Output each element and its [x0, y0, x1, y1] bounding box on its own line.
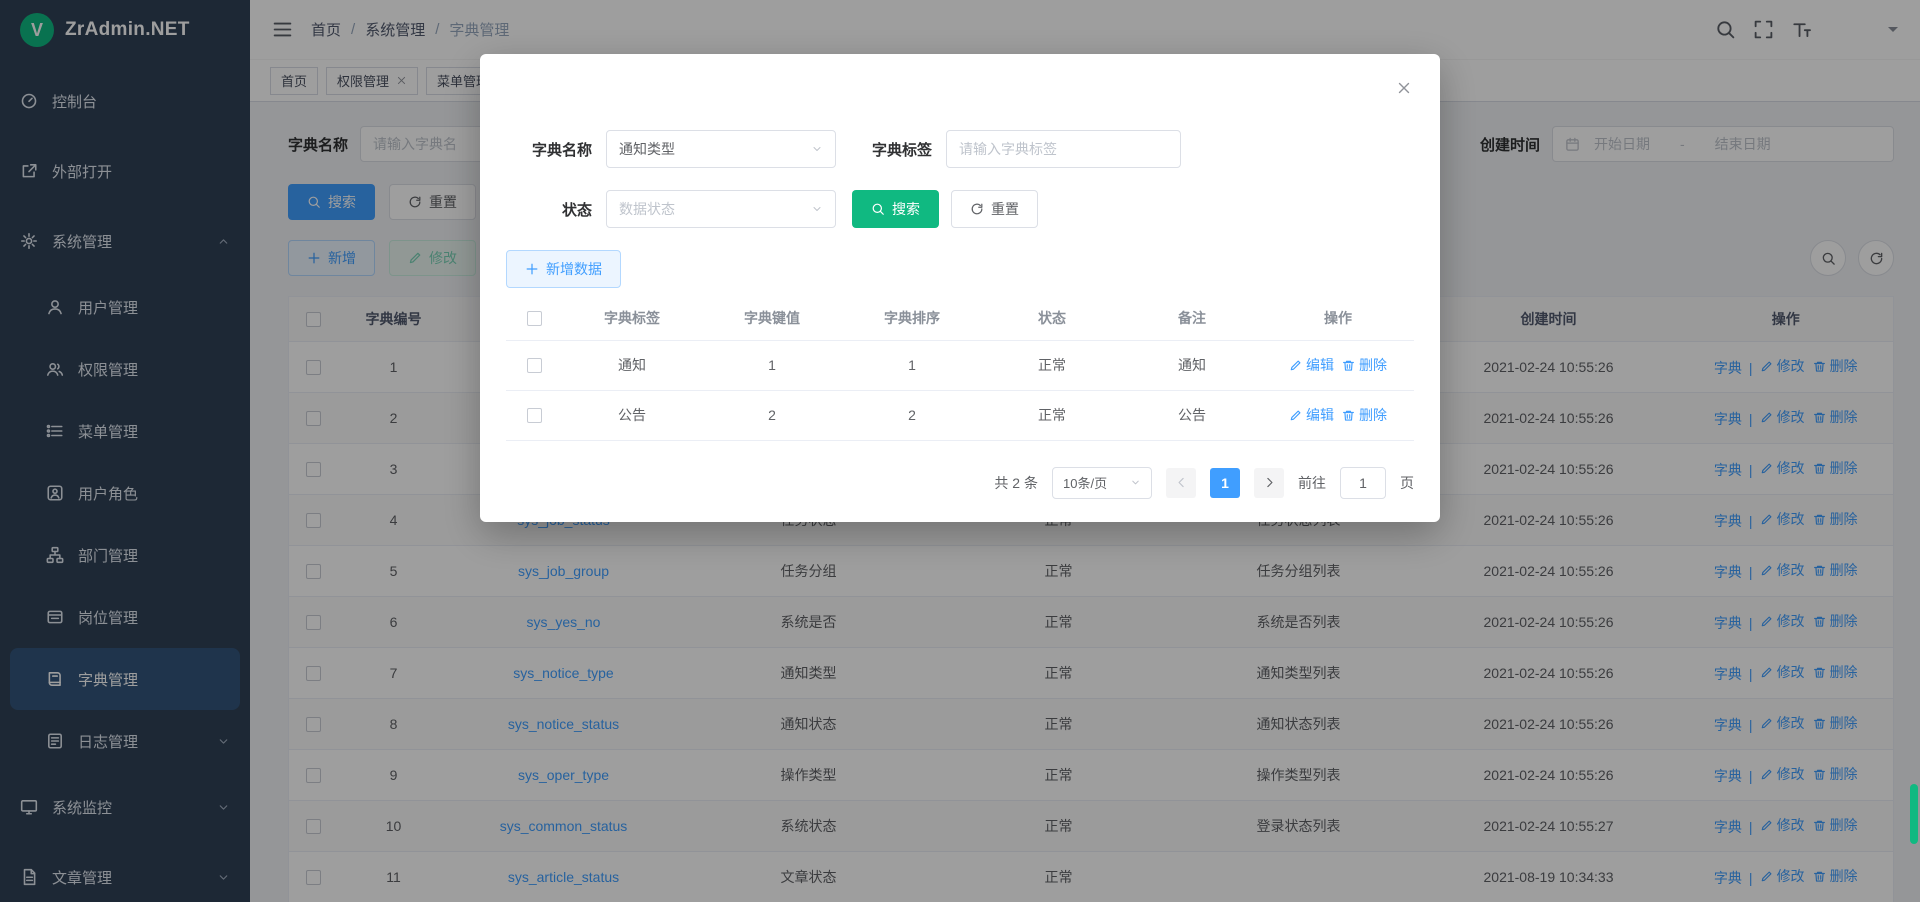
- page-size-value: 10条/页: [1063, 473, 1107, 492]
- goto-page-input[interactable]: 1: [1340, 467, 1386, 499]
- table-row: 通知11正常通知编辑删除: [506, 340, 1414, 390]
- delete-link-label: 删除: [1359, 405, 1387, 425]
- dialog-close-icon[interactable]: [1396, 80, 1412, 96]
- cell-dict-value: 2: [702, 390, 842, 440]
- edit-link[interactable]: 编辑: [1289, 355, 1334, 375]
- prev-page-button[interactable]: [1166, 468, 1196, 498]
- dict-label-placeholder: 请输入字典标签: [959, 139, 1057, 159]
- table-header-row: 字典标签 字典键值 字典排序 状态 备注 操作: [506, 296, 1414, 340]
- modal-reset-label: 重置: [991, 199, 1019, 219]
- pencil-icon: [1289, 359, 1302, 372]
- cell-status: 正常: [982, 390, 1122, 440]
- trash-icon: [1342, 409, 1355, 422]
- dict-data-table: 字典标签 字典键值 字典排序 状态 备注 操作 通知11正常通知编辑删除公告22…: [506, 296, 1414, 441]
- add-data-label: 新增数据: [546, 259, 602, 279]
- col-status: 状态: [982, 296, 1122, 340]
- goto-label: 前往: [1298, 473, 1326, 493]
- modal-search-button[interactable]: 搜索: [852, 190, 939, 228]
- cell-status: 正常: [982, 340, 1122, 390]
- modal-search-label: 搜索: [892, 199, 920, 219]
- cell-dict-label: 通知: [562, 340, 702, 390]
- pagination: 共 2 条 10条/页 1 前往 1 页: [506, 467, 1414, 499]
- modal-dict-name-label: 字典名称: [506, 139, 592, 160]
- col-dict-value: 字典键值: [702, 296, 842, 340]
- page-size-select[interactable]: 10条/页: [1052, 467, 1152, 499]
- modal-status-select[interactable]: 数据状态: [606, 190, 836, 228]
- edit-link-label: 编辑: [1306, 405, 1334, 425]
- pencil-icon: [1289, 409, 1302, 422]
- scrollbar-thumb[interactable]: [1910, 784, 1918, 844]
- row-checkbox[interactable]: [527, 358, 542, 373]
- page-1-button[interactable]: 1: [1210, 468, 1240, 498]
- pagination-total: 共 2 条: [994, 473, 1038, 493]
- modal-reset-button[interactable]: 重置: [951, 190, 1038, 228]
- row-checkbox[interactable]: [527, 408, 542, 423]
- chevron-down-icon: [811, 143, 823, 155]
- table-row: 公告22正常公告编辑删除: [506, 390, 1414, 440]
- edit-link[interactable]: 编辑: [1289, 405, 1334, 425]
- delete-link[interactable]: 删除: [1342, 355, 1387, 375]
- cell-dict-sort: 2: [842, 390, 982, 440]
- modal-status-label: 状态: [506, 199, 592, 220]
- delete-link-label: 删除: [1359, 355, 1387, 375]
- trash-icon: [1342, 359, 1355, 372]
- search-icon: [871, 202, 885, 216]
- modal-dict-label-label: 字典标签: [836, 139, 932, 160]
- add-data-button[interactable]: 新增数据: [506, 250, 621, 288]
- delete-link[interactable]: 删除: [1342, 405, 1387, 425]
- modal-dict-name-select[interactable]: 通知类型: [606, 130, 836, 168]
- chevron-down-icon: [811, 203, 823, 215]
- selected-dict-name: 通知类型: [619, 139, 675, 159]
- select-all-checkbox[interactable]: [527, 311, 542, 326]
- col-dict-sort: 字典排序: [842, 296, 982, 340]
- col-operations: 操作: [1262, 296, 1414, 340]
- refresh-icon: [970, 202, 984, 216]
- modal-form-row-1: 字典名称 通知类型 字典标签 请输入字典标签: [506, 130, 1414, 168]
- cell-dict-label: 公告: [562, 390, 702, 440]
- cell-dict-sort: 1: [842, 340, 982, 390]
- next-page-button[interactable]: [1254, 468, 1284, 498]
- chevron-down-icon: [1130, 477, 1141, 488]
- dict-label-input[interactable]: 请输入字典标签: [946, 130, 1181, 168]
- edit-link-label: 编辑: [1306, 355, 1334, 375]
- status-placeholder: 数据状态: [619, 199, 675, 219]
- col-dict-label: 字典标签: [562, 296, 702, 340]
- cell-remark: 公告: [1122, 390, 1262, 440]
- modal-form-row-2: 状态 数据状态 搜索 重置: [506, 190, 1414, 228]
- dict-data-dialog: 字典名称 通知类型 字典标签 请输入字典标签 状态 数据状态 搜索 重置 新增数…: [480, 54, 1440, 522]
- cell-dict-value: 1: [702, 340, 842, 390]
- cell-remark: 通知: [1122, 340, 1262, 390]
- page-unit-label: 页: [1400, 473, 1414, 493]
- plus-icon: [525, 262, 539, 276]
- col-remark: 备注: [1122, 296, 1262, 340]
